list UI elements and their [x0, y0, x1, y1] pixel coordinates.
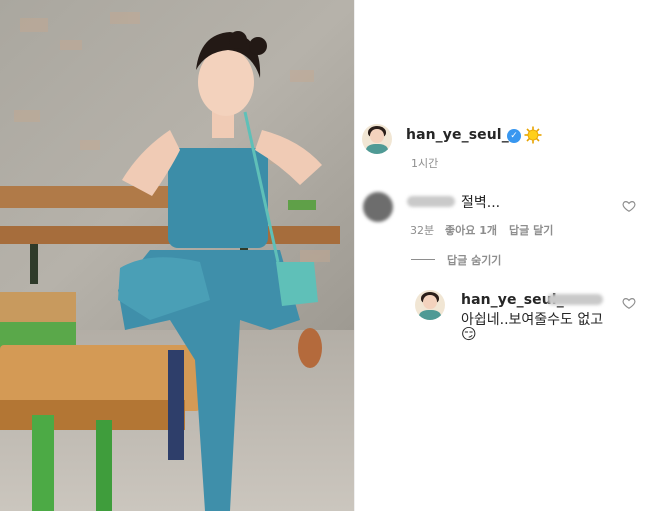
reply-like-heart-icon[interactable]	[622, 296, 636, 310]
author-avatar[interactable]	[362, 124, 392, 154]
reply-emoji: 😏	[461, 325, 477, 343]
hide-replies-button[interactable]: 답글 숨기기	[447, 252, 501, 268]
verified-icon: ✓	[507, 129, 521, 143]
sun-emoji-icon	[524, 126, 542, 144]
post-time: 1시간	[411, 157, 439, 170]
replies-toggle-line	[411, 259, 435, 260]
post-photo[interactable]	[0, 0, 354, 511]
post-author-username[interactable]: han_ye_seul_	[406, 127, 509, 143]
comment-time: 32분	[410, 224, 435, 237]
comment-like-heart-icon[interactable]	[622, 199, 636, 213]
reply-text: 아쉽네..보여줄수도 없고	[461, 312, 604, 328]
comment-text: 절벽...	[461, 195, 501, 211]
comment-reply-button[interactable]: 답글 달기	[509, 222, 553, 238]
reply-author-avatar[interactable]	[415, 290, 445, 320]
mentioned-username-blurred	[547, 294, 603, 305]
comments-panel: han_ye_seul_ ✓ 1시간 절벽... 32분 좋아요 1개 답글 달…	[355, 0, 658, 511]
commenter-avatar[interactable]	[363, 192, 393, 222]
commenter-username-blurred	[407, 196, 455, 207]
comment-likes[interactable]: 좋아요 1개	[445, 222, 497, 238]
